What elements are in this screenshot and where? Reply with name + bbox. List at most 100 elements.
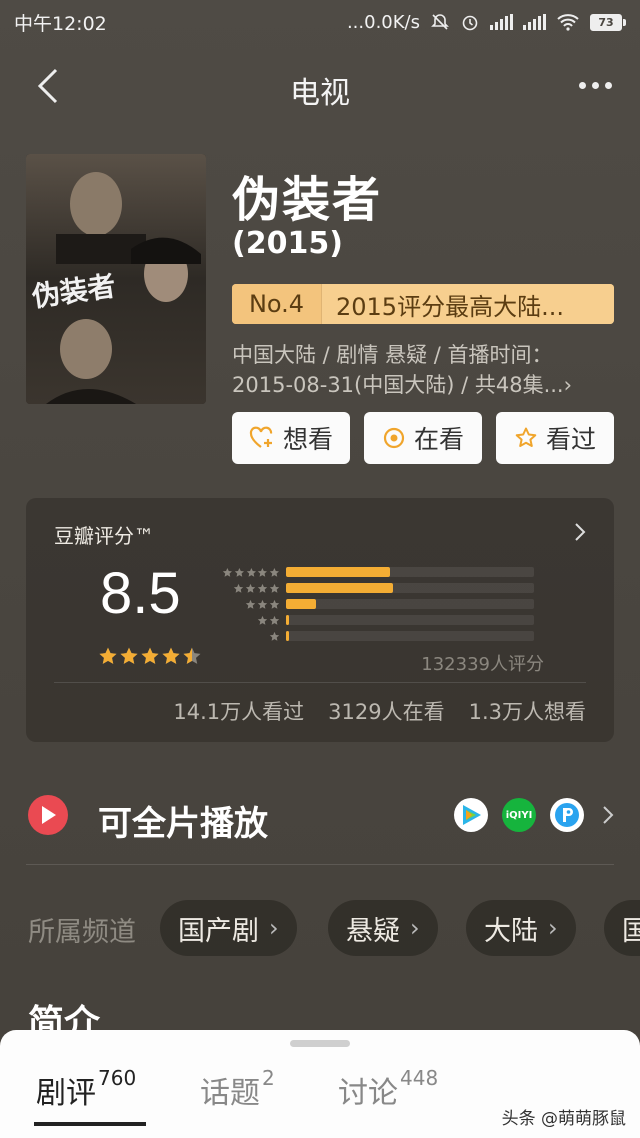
small-star-icon xyxy=(269,615,280,625)
small-star-icon xyxy=(258,567,268,577)
small-star-icon xyxy=(246,567,256,577)
rating-card[interactable]: 豆瓣评分™ 8.5 132339人评分 14.1万人看过 3129人在看 1.3… xyxy=(26,498,614,742)
channel-label: 大陆 xyxy=(484,915,538,947)
more-button[interactable] xyxy=(570,70,620,100)
meta-line-1: 中国大陆 / 剧情 悬疑 / 首播时间： xyxy=(232,343,553,367)
battery-icon: 73 xyxy=(590,13,626,31)
tab-label: 剧评 xyxy=(36,1076,96,1111)
watched-button[interactable]: 看过 xyxy=(496,412,614,464)
play-row[interactable]: 可全片播放 iQIYI xyxy=(26,780,614,850)
star-outline-icon xyxy=(515,427,537,447)
network-speed: ...0.0K/s xyxy=(346,11,420,33)
active-tab-indicator xyxy=(34,1122,146,1126)
distribution-track xyxy=(286,567,534,577)
channel-chip[interactable]: 大陆 › xyxy=(466,900,576,956)
small-star-icon xyxy=(269,631,280,641)
chevron-right-icon: › xyxy=(548,914,558,942)
target-icon xyxy=(383,427,405,449)
tab-label: 话题 xyxy=(200,1076,260,1111)
chevron-right-icon: › xyxy=(269,914,279,942)
poster-image[interactable]: 伪装者 xyxy=(26,154,206,404)
mute-icon xyxy=(431,14,449,30)
distribution-stars xyxy=(222,583,286,594)
distribution-bar xyxy=(286,615,289,625)
chevron-right-icon: › xyxy=(410,914,420,942)
rating-score: 8.5 xyxy=(100,561,181,626)
star-icon xyxy=(120,647,138,664)
small-star-icon xyxy=(234,567,244,577)
tencent-video-icon xyxy=(454,798,488,832)
distribution-stars xyxy=(222,631,286,642)
chevron-right-icon xyxy=(574,520,586,548)
watched-count: 14.1万人看过 xyxy=(173,700,305,724)
small-star-icon xyxy=(257,599,268,609)
channel-label: 国 xyxy=(622,915,640,947)
watched-label: 看过 xyxy=(545,425,596,454)
small-star-icon xyxy=(245,583,256,593)
watching-count: 3129人在看 xyxy=(328,700,445,724)
raters-count: 132339人评分 xyxy=(421,654,544,675)
distribution-bar xyxy=(286,583,393,593)
poster-art: 伪装者 xyxy=(26,154,206,404)
more-dots-icon xyxy=(578,81,586,89)
small-star-icon xyxy=(270,567,280,577)
tab-reviews[interactable]: 剧评 760 xyxy=(36,1066,137,1112)
tab-label: 讨论 xyxy=(338,1076,398,1111)
distribution-row xyxy=(222,564,534,580)
rank-text: 2015评分最高大陆... xyxy=(322,284,614,324)
distribution-row xyxy=(222,580,534,596)
distribution-row xyxy=(222,596,534,612)
star-icon xyxy=(183,647,201,664)
chevron-right-icon xyxy=(603,806,614,824)
nav-bar: 电视 xyxy=(0,52,640,122)
small-star-icon xyxy=(269,583,280,593)
channel-label: 国产剧 xyxy=(178,915,259,947)
pptv-icon xyxy=(550,798,584,832)
star-icon xyxy=(99,647,117,664)
rank-badge[interactable]: No.4 2015评分最高大陆... xyxy=(232,284,614,324)
signal-icon-2 xyxy=(523,14,546,30)
iqiyi-icon: iQIYI xyxy=(502,798,536,832)
battery-level: 73 xyxy=(590,13,622,31)
rating-divider xyxy=(54,682,586,683)
tab-count: 448 xyxy=(400,1066,439,1090)
want-count: 1.3万人想看 xyxy=(468,700,586,724)
want-label: 想看 xyxy=(282,425,333,454)
meta-line-2: 2015-08-31(中国大陆) / 共48集...› xyxy=(232,373,572,397)
show-title: 伪装者 xyxy=(232,172,383,228)
tab-discussions[interactable]: 讨论 448 xyxy=(338,1066,439,1112)
channel-chip[interactable]: 国产剧 › xyxy=(160,900,297,956)
watermark: 头条 @萌萌豚鼠 xyxy=(501,1109,626,1129)
distribution-stars xyxy=(222,599,286,610)
channels-label: 所属频道 xyxy=(28,917,136,948)
distribution-bar xyxy=(286,631,289,641)
distribution-stars xyxy=(222,615,286,626)
distribution-bar xyxy=(286,599,316,609)
tab-count: 760 xyxy=(98,1066,137,1090)
rating-stars xyxy=(98,646,202,666)
show-meta[interactable]: 中国大陆 / 剧情 悬疑 / 首播时间： 2015-08-31(中国大陆) / … xyxy=(232,340,612,400)
sheet-handle[interactable] xyxy=(290,1040,350,1047)
small-star-icon xyxy=(245,599,256,609)
distribution-row xyxy=(222,612,534,628)
channel-chip[interactable]: 悬疑 › xyxy=(328,900,438,956)
distribution-bar xyxy=(286,567,391,577)
want-button[interactable]: 想看 xyxy=(232,412,350,464)
heart-plus-icon xyxy=(249,426,273,448)
star-icon xyxy=(141,647,159,664)
tab-topics[interactable]: 话题 2 xyxy=(200,1066,275,1112)
rating-stats: 14.1万人看过 3129人在看 1.3万人想看 xyxy=(173,696,586,726)
channel-chip[interactable]: 国 xyxy=(604,900,640,956)
page-title: 电视 xyxy=(290,76,350,111)
signal-icon xyxy=(490,14,513,30)
alarm-icon xyxy=(462,15,478,31)
small-star-icon xyxy=(257,583,268,593)
status-time: 中午12:02 xyxy=(14,12,107,35)
small-star-icon xyxy=(269,599,280,609)
watching-button[interactable]: 在看 xyxy=(364,412,482,464)
wifi-icon xyxy=(557,14,579,31)
status-icons: ...0.0K/s 73 xyxy=(347,12,626,33)
tab-count: 2 xyxy=(262,1066,275,1090)
watching-label: 在看 xyxy=(413,425,464,454)
distribution-track xyxy=(286,599,534,609)
